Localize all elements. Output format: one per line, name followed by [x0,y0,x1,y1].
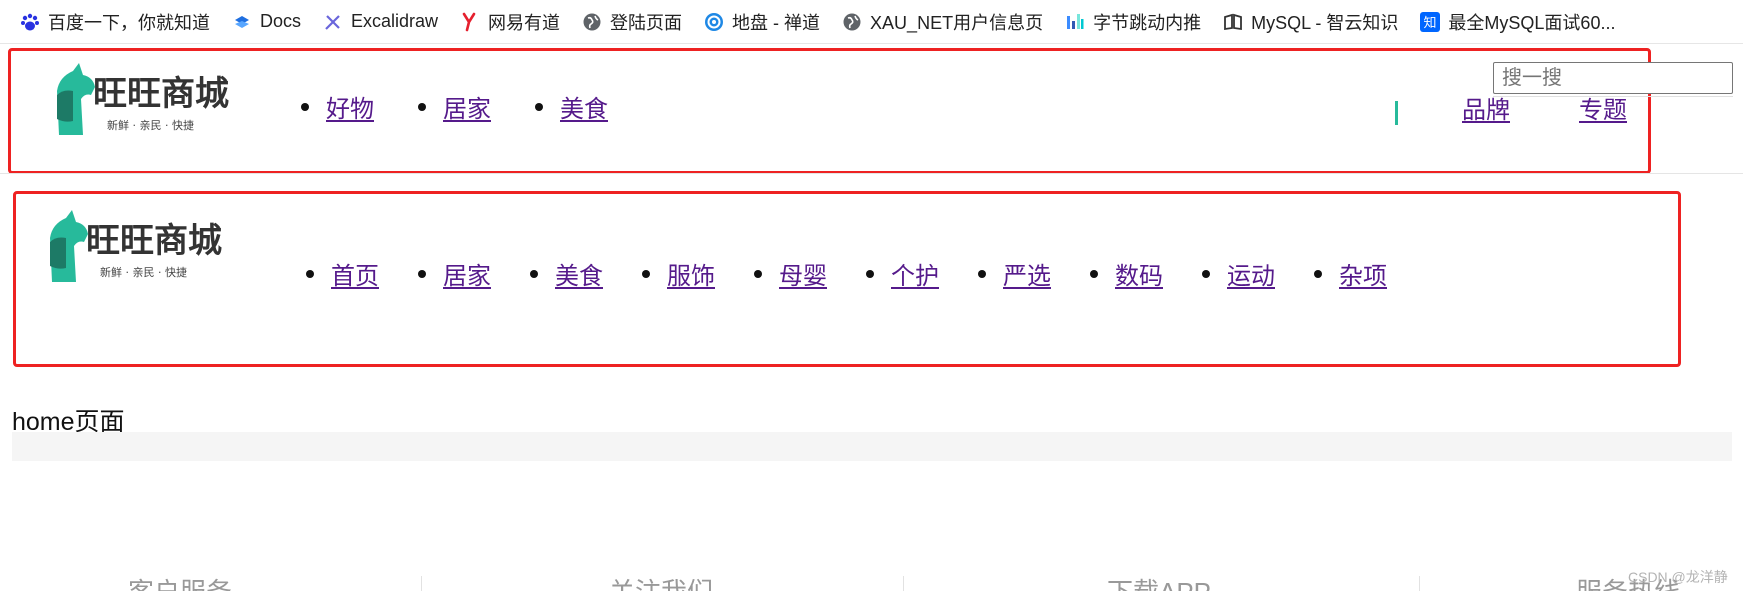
header-v1-nav: 好物 居家 美食 [301,89,652,124]
bullet-icon [754,269,762,278]
zentao-icon [704,12,724,32]
baidu-paw-icon [20,12,40,32]
bookmark-label: 网易有道 [488,12,561,33]
nav-link-shuma[interactable]: 数码 [1115,256,1163,291]
bullet-icon [535,102,543,111]
bullet-icon [866,269,874,278]
globe-icon [582,12,602,32]
nav-item: 母婴 [754,256,827,291]
search-input[interactable] [1493,62,1733,94]
nav-item: 运动 [1202,256,1275,291]
nav-link-jujia[interactable]: 居家 [443,89,491,124]
bookmark-baidu[interactable]: 百度一下，你就知道 [20,9,210,35]
nav-link-yanxuan[interactable]: 严选 [1003,256,1051,291]
watermark: CSDN @龙洋静 [1628,569,1728,585]
zhihu-icon: 知 [1420,11,1441,32]
bullet-icon [306,269,314,278]
bullet-icon [418,269,426,278]
docs-icon [232,12,252,32]
bullet-icon [530,269,538,278]
nav-link-haowu[interactable]: 好物 [326,89,374,124]
nav-link-meishi[interactable]: 美食 [560,89,608,124]
bookmark-label: 百度一下，你就知道 [48,12,210,33]
header-v2: 旺旺商城 新鲜 · 亲民 · 快捷 首页 居家 美食 服饰 母婴 个护 严选 数… [13,191,1681,367]
bookmark-docs[interactable]: Docs [232,11,301,32]
nav-link-yundong[interactable]: 运动 [1227,256,1275,291]
footer-customer-service[interactable]: 客户服务 [128,572,232,591]
nav-link-meishi[interactable]: 美食 [555,256,603,291]
nav-link-muying[interactable]: 母婴 [779,256,827,291]
footer-download-app[interactable]: 下载APP [1107,572,1211,591]
footer-divider [903,576,904,591]
header-v2-nav: 首页 居家 美食 服饰 母婴 个护 严选 数码 运动 杂项 [306,256,1426,291]
bookmark-label: 字节跳动内推 [1093,12,1202,33]
logo[interactable]: 旺旺商城 新鲜 · 亲民 · 快捷 [45,61,255,137]
bookmark-label: 登陆页面 [610,12,683,33]
nav-item: 杂项 [1314,256,1387,291]
footer-follow-us[interactable]: 关注我们 [609,572,713,591]
nav-link-home[interactable]: 首页 [331,256,379,291]
bookmark-label: Excalidraw [351,11,439,31]
nav-item: 数码 [1090,256,1163,291]
header-divider [0,173,1743,174]
bytedance-icon [1065,12,1085,32]
bookmark-youdao[interactable]: 网易有道 [460,9,560,35]
bullet-icon [1090,269,1098,278]
bookmark-zentao[interactable]: 地盘 - 禅道 [704,9,820,35]
bookmark-bytedance[interactable]: 字节跳动内推 [1065,9,1201,35]
bullet-icon [642,269,650,278]
bullet-icon [418,102,426,111]
bullet-icon [1202,269,1210,278]
divider [1395,101,1398,125]
logo-title: 旺旺商城 [93,74,229,114]
header-v1: 旺旺商城 新鲜 · 亲民 · 快捷 好物 居家 美食 品牌 专题 [8,48,1651,174]
bookmark-excalidraw[interactable]: Excalidraw [323,11,438,32]
nav-item: 个护 [866,256,939,291]
globe-icon [842,12,862,32]
nav-item: 居家 [418,256,491,291]
excalidraw-icon [323,12,343,32]
logo[interactable]: 旺旺商城 新鲜 · 亲民 · 快捷 [38,208,248,284]
logo-slogan: 新鲜 · 亲民 · 快捷 [100,265,187,279]
bookmark-login[interactable]: 登陆页面 [582,9,682,35]
logo-slogan: 新鲜 · 亲民 · 快捷 [107,118,194,132]
nav-item: 居家 [418,89,491,124]
footer-divider [421,576,422,591]
svg-text:知: 知 [1424,15,1437,31]
nav-item: 好物 [301,89,374,124]
nav-item: 服饰 [642,256,715,291]
nav-item: 严选 [978,256,1051,291]
bookmark-label: 地盘 - 禅道 [732,12,821,33]
footer: 客户服务 关注我们 下载APP 服务热线 [0,556,1743,591]
bullet-icon [978,269,986,278]
content-placeholder-bar [12,432,1732,461]
nav-link-jujia[interactable]: 居家 [443,256,491,291]
bookmark-label: XAU_NET用户信息页 [870,12,1044,33]
footer-divider [1419,576,1420,591]
bookmarks-bar: 百度一下，你就知道 Docs Excalidraw 网易有道 登陆页面 地盘 -… [0,0,1743,44]
bookmark-label: MySQL - 智云知识 [1251,12,1399,33]
youdao-icon [460,12,480,32]
bookmark-xau-net[interactable]: XAU_NET用户信息页 [842,9,1043,35]
logo-title: 旺旺商城 [86,221,222,261]
bookmark-label: 最全MySQL面试60... [1448,12,1616,33]
nav-item: 美食 [535,89,608,124]
search-underline [1493,96,1733,97]
nav-link-gehu[interactable]: 个护 [891,256,939,291]
bullet-icon [1314,269,1322,278]
nav-item: 美食 [530,256,603,291]
nav-link-zaxiang[interactable]: 杂项 [1339,256,1387,291]
bullet-icon [301,102,309,111]
nav-item: 首页 [306,256,379,291]
book-icon [1223,12,1243,32]
bookmark-mysql[interactable]: MySQL - 智云知识 [1223,9,1398,35]
search-box [1493,62,1733,94]
nav-link-fushi[interactable]: 服饰 [667,256,715,291]
bookmark-zhihu[interactable]: 知 最全MySQL面试60... [1420,9,1615,35]
bookmark-label: Docs [260,11,302,31]
